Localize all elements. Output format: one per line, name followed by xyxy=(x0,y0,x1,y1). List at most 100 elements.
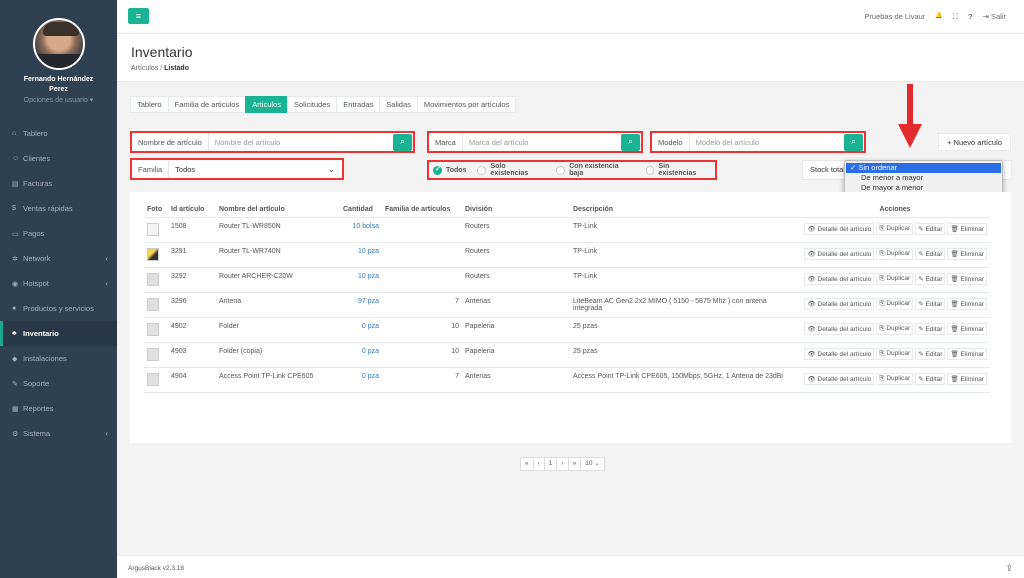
row-photo[interactable] xyxy=(144,317,168,343)
detail-button[interactable]: 👁 Detalle del artículo xyxy=(804,297,875,310)
brand-filter-input[interactable]: Marca del artículo xyxy=(463,133,621,151)
product-thumbnail[interactable] xyxy=(147,297,159,311)
logout-button[interactable]: ⇥ Salir xyxy=(983,12,1006,22)
bell-icon[interactable]: 🔔 xyxy=(935,12,942,22)
duplicate-button[interactable]: ⎘ Duplicar xyxy=(876,322,914,335)
row-photo[interactable] xyxy=(144,342,168,368)
detail-button[interactable]: 👁 Detalle del artículo xyxy=(804,372,875,385)
row-photo[interactable] xyxy=(144,217,168,243)
radio-todos[interactable]: Todos xyxy=(433,165,466,175)
tab-solicitudes[interactable]: Solicitudes xyxy=(286,96,338,113)
delete-button[interactable]: 🗑 Eliminar xyxy=(947,247,987,260)
edit-button[interactable]: ✎ Editar xyxy=(915,372,946,385)
row-photo[interactable] xyxy=(144,292,168,318)
tab-movimientos[interactable]: Movimientos por artículos xyxy=(416,96,517,113)
tab-entradas[interactable]: Entradas xyxy=(336,96,381,113)
product-thumbnail[interactable] xyxy=(147,272,159,286)
user-options-dropdown[interactable]: Opciones de usuario ▾ xyxy=(0,96,117,104)
page-size-select[interactable]: 10 ⌄ xyxy=(580,457,605,471)
duplicate-button[interactable]: ⎘ Duplicar xyxy=(876,222,914,235)
nav-item-facturas[interactable]: ▤ Facturas xyxy=(0,171,117,196)
delete-button[interactable]: 🗑 Eliminar xyxy=(947,272,987,285)
page-title: Inventario xyxy=(131,44,193,60)
nav-item-sistema[interactable]: ⚙ Sistema ‹ xyxy=(0,421,117,446)
nav-item-reportes[interactable]: ▦ Reportes xyxy=(0,396,117,421)
nav-item-instalaciones[interactable]: ◆ Instalaciones xyxy=(0,346,117,371)
delete-button[interactable]: 🗑 Eliminar xyxy=(947,322,987,335)
breadcrumb-articulos[interactable]: Artículos xyxy=(131,65,158,72)
user-avatar[interactable] xyxy=(33,18,85,70)
model-filter-input[interactable]: Modelo del artículo xyxy=(690,133,844,151)
detail-button[interactable]: 👁 Detalle del artículo xyxy=(804,247,875,260)
nav-item-tablero[interactable]: ⌂ Tablero xyxy=(0,121,117,146)
delete-button[interactable]: 🗑 Eliminar xyxy=(947,222,987,235)
row-quantity[interactable]: 0 pza xyxy=(340,367,382,393)
duplicate-button[interactable]: ⎘ Duplicar xyxy=(876,372,914,385)
company-name[interactable]: Pruebas de Livaur xyxy=(864,12,925,22)
nav-item-network[interactable]: ✲ Network ‹ xyxy=(0,246,117,271)
detail-button[interactable]: 👁 Detalle del artículo xyxy=(804,322,875,335)
row-quantity[interactable]: 0 pza xyxy=(340,342,382,368)
scroll-top-icon[interactable]: ⇪ xyxy=(1005,563,1013,574)
radio-sin-existencias[interactable]: Sin existencias xyxy=(645,163,710,177)
detail-button[interactable]: 👁 Detalle del artículo xyxy=(804,222,875,235)
product-thumbnail[interactable] xyxy=(147,222,159,236)
nav-item-productos[interactable]: ● Productos y servicios xyxy=(0,296,117,321)
duplicate-button[interactable]: ⎘ Duplicar xyxy=(876,272,914,285)
row-photo[interactable] xyxy=(144,267,168,293)
tab-salidas[interactable]: Salidas xyxy=(379,96,418,113)
row-quantity[interactable]: 97 pza xyxy=(340,292,382,318)
row-quantity[interactable]: 10 pza xyxy=(340,267,382,293)
row-quantity[interactable]: 10 pza xyxy=(340,242,382,268)
duplicate-button[interactable]: ⎘ Duplicar xyxy=(876,247,914,260)
row-quantity[interactable]: 0 pza xyxy=(340,317,382,343)
model-search-button[interactable]: ⌕ xyxy=(844,133,863,151)
name-filter-input[interactable]: Nombre del artículo xyxy=(209,133,393,151)
chevron-down-icon[interactable]: ⌄ xyxy=(327,164,342,175)
nav-item-hotspot[interactable]: ◉ Hotspot ‹ xyxy=(0,271,117,296)
edit-button[interactable]: ✎ Editar xyxy=(915,247,946,260)
family-select[interactable]: Todos xyxy=(169,160,327,178)
duplicate-button[interactable]: ⎘ Duplicar xyxy=(876,297,914,310)
page-first[interactable]: « xyxy=(520,457,534,471)
detail-button[interactable]: 👁 Detalle del artículo xyxy=(804,272,875,285)
tab-tablero[interactable]: Tablero xyxy=(130,96,169,113)
fullscreen-icon[interactable]: ⛶ xyxy=(953,12,958,22)
product-thumbnail[interactable] xyxy=(147,372,159,386)
edit-button[interactable]: ✎ Editar xyxy=(915,322,946,335)
radio-existencia-baja[interactable]: Con existencia baja xyxy=(556,163,634,177)
users-icon: ☺ xyxy=(12,155,20,162)
row-photo[interactable] xyxy=(144,242,168,268)
nav-item-pagos[interactable]: ▭ Pagos xyxy=(0,221,117,246)
edit-button[interactable]: ✎ Editar xyxy=(915,347,946,360)
sort-option-asc[interactable]: De menor a mayor xyxy=(845,173,1002,183)
new-article-button[interactable]: + Nuevo artículo xyxy=(938,133,1011,151)
product-thumbnail[interactable] xyxy=(147,322,159,336)
help-icon[interactable]: ? xyxy=(968,12,973,22)
edit-button[interactable]: ✎ Editar xyxy=(915,222,946,235)
row-quantity[interactable]: 10 bolsa xyxy=(340,217,382,243)
page-1[interactable]: 1 xyxy=(543,457,558,471)
sort-option-none[interactable]: ✓ Sin ordenar xyxy=(846,163,1001,173)
nav-item-inventario[interactable]: ♣ Inventario xyxy=(0,321,117,346)
nav-item-clientes[interactable]: ☺ Clientes xyxy=(0,146,117,171)
page-last[interactable]: » xyxy=(567,457,582,471)
row-photo[interactable] xyxy=(144,367,168,393)
product-thumbnail[interactable] xyxy=(147,347,159,361)
duplicate-button[interactable]: ⎘ Duplicar xyxy=(876,347,914,360)
delete-button[interactable]: 🗑 Eliminar xyxy=(947,297,987,310)
name-search-button[interactable]: ⌕ xyxy=(393,133,412,151)
radio-solo-existencias[interactable]: Solo existencias xyxy=(477,163,545,177)
menu-toggle-button[interactable]: ≡ xyxy=(128,8,149,24)
delete-button[interactable]: 🗑 Eliminar xyxy=(947,347,987,360)
nav-item-soporte[interactable]: ✎ Soporte xyxy=(0,371,117,396)
tab-articulos[interactable]: Articulos xyxy=(245,96,288,113)
product-thumbnail[interactable] xyxy=(147,247,159,261)
nav-item-ventas[interactable]: $ Ventas rápidas xyxy=(0,196,117,221)
delete-button[interactable]: 🗑 Eliminar xyxy=(947,372,987,385)
tab-familia[interactable]: Familia de articulos xyxy=(167,96,247,113)
edit-button[interactable]: ✎ Editar xyxy=(915,297,946,310)
edit-button[interactable]: ✎ Editar xyxy=(915,272,946,285)
brand-search-button[interactable]: ⌕ xyxy=(621,133,640,151)
detail-button[interactable]: 👁 Detalle del artículo xyxy=(804,347,875,360)
